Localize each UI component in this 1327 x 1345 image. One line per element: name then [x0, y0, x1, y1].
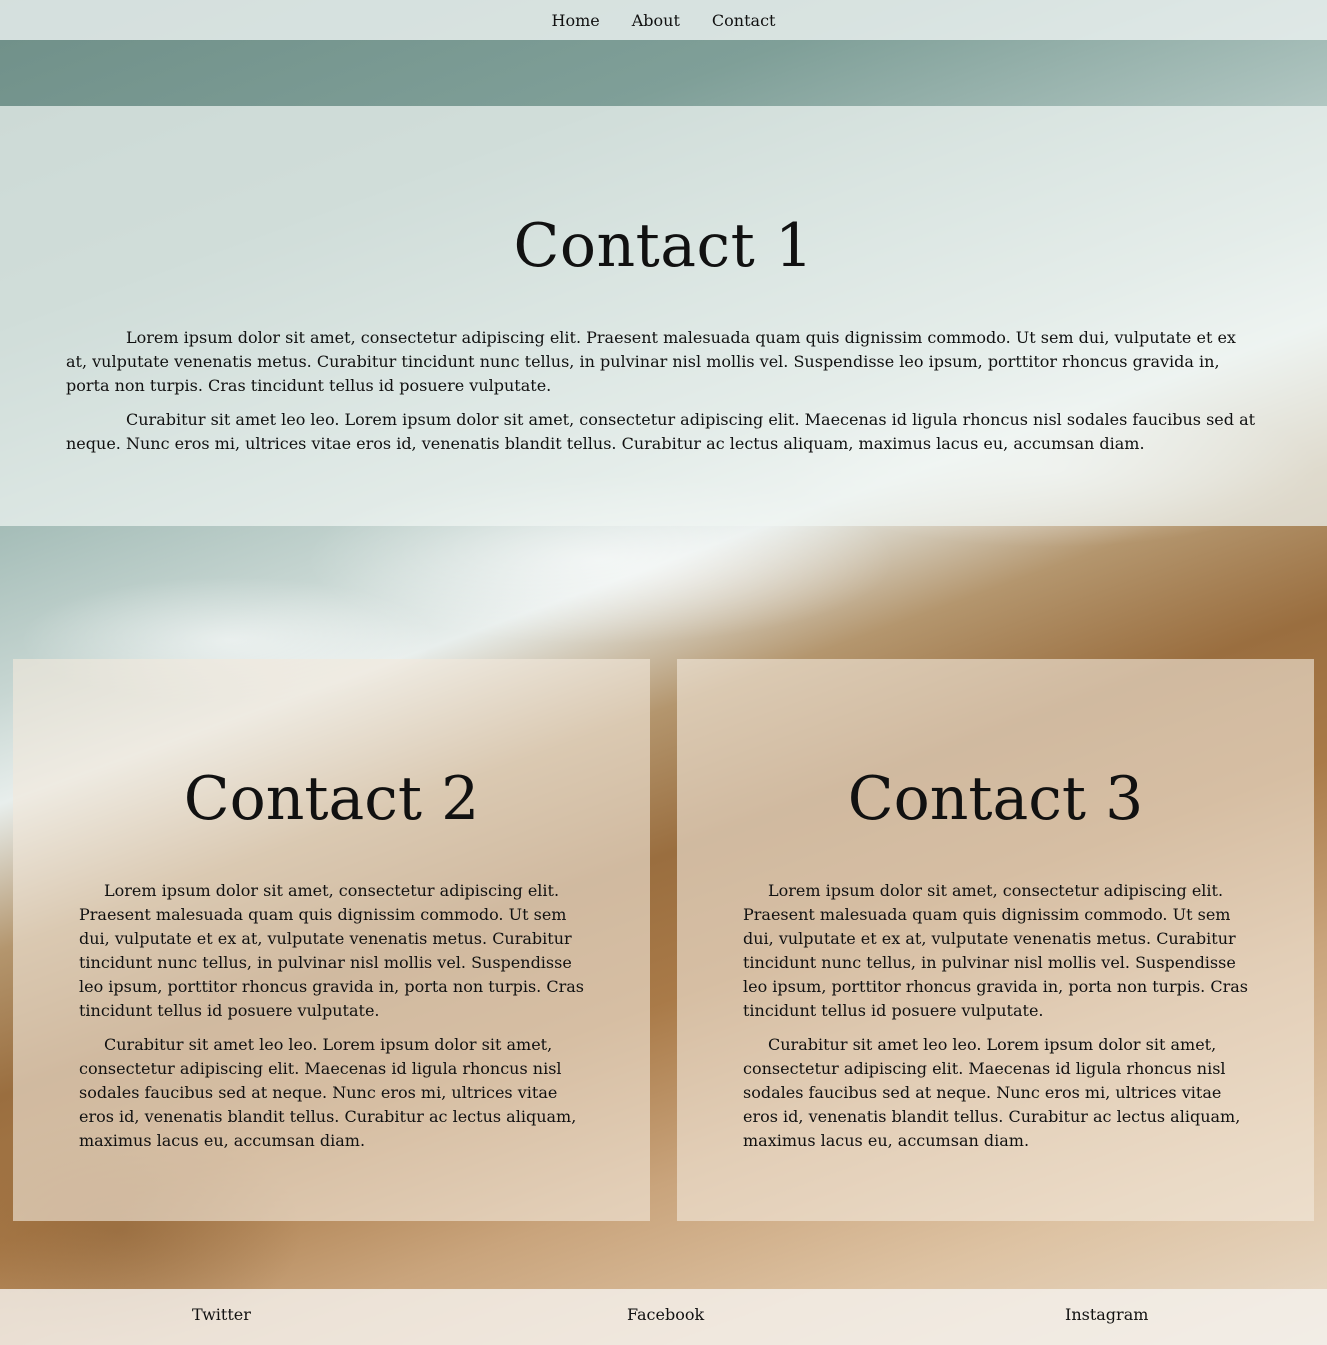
contact-3-paragraph-2: Curabitur sit amet leo leo. Lorem ipsum …: [743, 1035, 1241, 1150]
nav-link-about[interactable]: About: [632, 11, 680, 30]
contact-1-paragraph-2: Curabitur sit amet leo leo. Lorem ipsum …: [66, 410, 1256, 453]
contact-3-card: Contact 3 Lorem ipsum dolor sit amet, co…: [677, 659, 1314, 1221]
footer-link-instagram[interactable]: Instagram: [1065, 1305, 1148, 1324]
contact-1-title: Contact 1: [513, 211, 814, 281]
contact-2-paragraph-1: Lorem ipsum dolor sit amet, consectetur …: [79, 881, 584, 1020]
footer: Twitter Facebook Instagram: [0, 1289, 1327, 1345]
nav-link-contact[interactable]: Contact: [712, 11, 776, 30]
contact-2-paragraph-2: Curabitur sit amet leo leo. Lorem ipsum …: [79, 1035, 577, 1150]
contact-3-title: Contact 3: [847, 764, 1144, 834]
contact-2-card: Contact 2 Lorem ipsum dolor sit amet, co…: [13, 659, 650, 1221]
contact-1-paragraph-1: Lorem ipsum dolor sit amet, consectetur …: [66, 328, 1236, 395]
contact-2-title: Contact 2: [183, 764, 480, 834]
footer-link-facebook[interactable]: Facebook: [627, 1305, 704, 1324]
contact-1-section: Contact 1 Lorem ipsum dolor sit amet, co…: [0, 106, 1327, 526]
contact-3-paragraph-1: Lorem ipsum dolor sit amet, consectetur …: [743, 881, 1248, 1020]
footer-link-twitter[interactable]: Twitter: [192, 1305, 251, 1324]
top-nav: Home About Contact: [0, 0, 1327, 40]
nav-link-home[interactable]: Home: [552, 11, 600, 30]
